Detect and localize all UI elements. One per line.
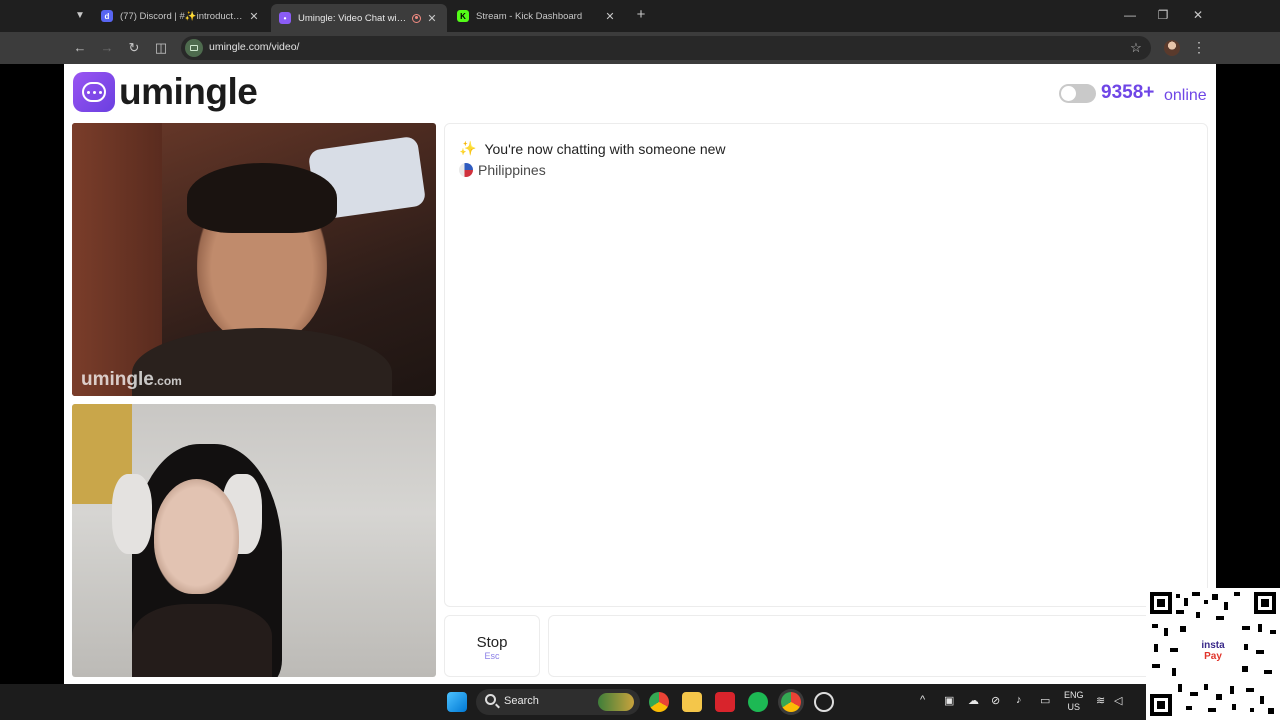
minimize-icon[interactable]: — — [1113, 4, 1147, 26]
stop-shortcut: Esc — [484, 651, 500, 661]
address-bar[interactable]: umingle.com/video/ — [181, 36, 1151, 60]
back-arrow-icon[interactable]: ← — [70, 38, 90, 58]
chrome-active-icon[interactable] — [781, 692, 801, 712]
video-watermark: umingle.com — [81, 369, 182, 390]
wps-office-icon[interactable] — [715, 692, 735, 712]
more-menu-icon[interactable]: ⋮ — [1192, 38, 1206, 56]
search-highlight-icon — [598, 693, 634, 711]
restore-icon[interactable]: ❐ — [1146, 4, 1180, 26]
site-logo-text[interactable]: umingle — [119, 71, 258, 113]
spotify-icon[interactable] — [748, 692, 768, 712]
discord-icon: d — [101, 10, 113, 22]
profile-avatar[interactable] — [1164, 40, 1180, 56]
taskbar-search[interactable]: Search — [476, 689, 640, 715]
online-label: online — [1164, 87, 1207, 104]
umingle-icon: • — [279, 12, 291, 24]
stop-label: Stop — [476, 634, 508, 651]
windows-start-icon[interactable] — [447, 692, 467, 712]
tab-title: Umingle: Video Chat with St — [298, 12, 408, 24]
tab-kick[interactable]: K Stream - Kick Dashboard ✕ — [449, 4, 625, 28]
stop-button[interactable]: Stop Esc — [444, 615, 540, 677]
tab-title: (77) Discord | #✨introduction — [120, 10, 243, 22]
self-video — [72, 404, 436, 677]
browser-toolbar: ← → ↻ ◫ umingle.com/video/ ☆ — [0, 32, 1280, 64]
sparkles-icon: ✨ — [459, 140, 477, 156]
close-window-icon[interactable]: ✕ — [1181, 4, 1215, 26]
tray-app-icon[interactable]: ▣ — [944, 694, 954, 707]
theme-toggle[interactable] — [1059, 84, 1096, 103]
stranger-video: umingle.com — [72, 123, 436, 396]
close-icon[interactable]: ✕ — [425, 12, 439, 25]
close-icon[interactable]: ✕ — [247, 10, 261, 23]
message-input[interactable] — [548, 615, 1208, 677]
system-message: ✨ You're now chatting with someone new — [459, 140, 726, 157]
search-icon — [485, 694, 496, 705]
forward-arrow-icon[interactable]: → — [97, 38, 117, 58]
chevron-down-icon[interactable]: ▼ — [70, 6, 90, 26]
plus-icon[interactable]: + — [633, 6, 649, 24]
umingle-page: umingle 9358+ online umingle.com ✨ You'r… — [64, 64, 1216, 684]
volume-icon[interactable]: ◁ — [1114, 694, 1122, 707]
chrome-icon[interactable] — [649, 692, 669, 712]
browser-tab-strip: ▼ d (77) Discord | #✨introduction ✕ • Um… — [0, 0, 1280, 32]
microphone-icon[interactable]: ♪ — [1016, 694, 1022, 706]
country-name: Philippines — [478, 162, 546, 178]
close-icon[interactable]: ✕ — [603, 10, 617, 23]
tab-umingle[interactable]: • Umingle: Video Chat with St ✕ — [271, 4, 447, 32]
stranger-country: Philippines — [459, 162, 546, 178]
tab-title: Stream - Kick Dashboard — [476, 10, 583, 22]
qr-finder — [1254, 592, 1276, 614]
recording-icon — [412, 13, 421, 23]
bookmark-star-icon[interactable]: ☆ — [1127, 38, 1145, 58]
instapay-logo: insta Pay — [1194, 640, 1232, 666]
chat-log: ✨ You're now chatting with someone new P… — [444, 123, 1208, 607]
windows-taskbar: Search ^ ▣ ☁ ⊘ ♪ ▭ ENG US ≋ ◁ — [0, 684, 1280, 720]
qr-code-overlay: insta Pay — [1146, 588, 1280, 720]
chat-bubble-logo-icon[interactable] — [73, 72, 115, 112]
obs-icon[interactable] — [814, 692, 834, 712]
tray-chevron-up-icon[interactable]: ^ — [920, 694, 925, 706]
system-message-text: You're now chatting with someone new — [484, 140, 726, 157]
wifi-icon[interactable]: ≋ — [1096, 694, 1105, 707]
side-panel-icon[interactable]: ◫ — [151, 38, 171, 58]
site-info-icon[interactable] — [185, 39, 203, 57]
philippines-flag-icon — [459, 163, 473, 177]
tab-discord[interactable]: d (77) Discord | #✨introduction ✕ — [93, 4, 269, 28]
reload-icon[interactable]: ↻ — [124, 38, 144, 58]
tray-display-icon[interactable]: ▭ — [1040, 694, 1050, 707]
qr-finder — [1150, 694, 1172, 716]
search-label: Search — [504, 695, 539, 707]
tray-cloud-icon[interactable]: ☁ — [968, 694, 979, 707]
online-count: 9358+ — [1101, 82, 1155, 103]
url-text: umingle.com/video/ — [209, 41, 300, 53]
tray-muted-icon[interactable]: ⊘ — [991, 694, 1000, 707]
qr-finder — [1150, 592, 1172, 614]
language-indicator[interactable]: ENG US — [1064, 689, 1084, 713]
file-explorer-icon[interactable] — [682, 692, 702, 712]
kick-icon: K — [457, 10, 469, 22]
